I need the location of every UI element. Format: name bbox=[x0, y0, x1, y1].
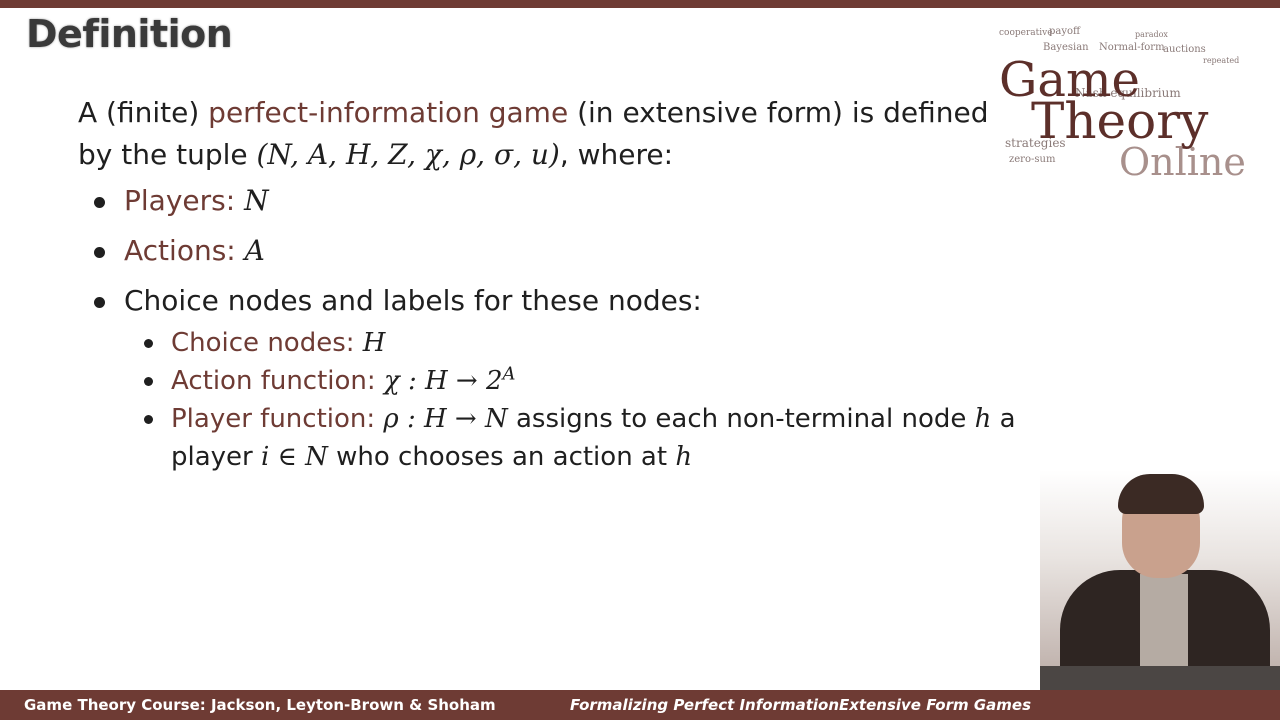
definition-intro: A (finite) perfect-information game (in … bbox=[78, 92, 1018, 176]
list-item-actions: Actions: A bbox=[78, 230, 1018, 272]
bullet-math: ρ : H → N bbox=[383, 404, 508, 434]
logo-word: payoff bbox=[1049, 26, 1081, 37]
bullet-label: Players: bbox=[124, 184, 245, 217]
list-item-players: Players: N bbox=[78, 180, 1018, 222]
logo-word: repeated bbox=[1203, 56, 1240, 65]
bullet-text: Choice nodes and labels for these nodes: bbox=[124, 284, 702, 317]
bullet-text: assigns to each non-terminal node bbox=[507, 404, 975, 434]
tuple-math: (N, A, H, Z, χ, ρ, σ, u) bbox=[256, 138, 560, 171]
intro-text: A (finite) bbox=[78, 96, 209, 129]
bullet-math: χ : H → 2 bbox=[383, 366, 503, 396]
bullet-math: h bbox=[974, 404, 992, 434]
presenter-podium bbox=[1040, 666, 1280, 690]
logo-word: paradox bbox=[1135, 30, 1168, 39]
bullet-math: A bbox=[244, 234, 265, 267]
bullet-math: N bbox=[244, 184, 269, 217]
sub-item-player-function: Player function: ρ : H → N assigns to ea… bbox=[124, 400, 1018, 476]
list-item-choice-nodes: Choice nodes and labels for these nodes:… bbox=[78, 280, 1018, 476]
bullet-text: who chooses an action at bbox=[327, 442, 676, 472]
bullet-math: i ∈ N bbox=[261, 442, 328, 472]
game-theory-online-logo: payoff cooperative Bayesian Normal-form … bbox=[995, 12, 1265, 192]
presenter-hair bbox=[1118, 474, 1204, 514]
term-perfect-information-game: perfect-information game bbox=[208, 96, 569, 129]
footer-course-credit: Game Theory Course: Jackson, Leyton-Brow… bbox=[24, 696, 496, 714]
bullet-math: h bbox=[675, 442, 693, 472]
footer-bar: Game Theory Course: Jackson, Leyton-Brow… bbox=[0, 690, 1280, 720]
bullet-label: Player function: bbox=[171, 404, 384, 434]
presenter-video bbox=[1040, 470, 1280, 690]
bullet-label: Action function: bbox=[171, 366, 384, 396]
logo-word: cooperative bbox=[999, 28, 1053, 38]
logo-word: auctions bbox=[1163, 44, 1206, 55]
superscript-math: A bbox=[502, 363, 516, 385]
sub-list: Choice nodes: H Action function: χ : H →… bbox=[124, 324, 1018, 476]
intro-text: , where: bbox=[559, 138, 674, 171]
top-accent-bar bbox=[0, 0, 1280, 8]
definition-list: Players: N Actions: A Choice nodes and l… bbox=[78, 180, 1018, 476]
bullet-math: H bbox=[362, 328, 386, 358]
sub-item-action-function: Action function: χ : H → 2A bbox=[124, 362, 1018, 400]
logo-line-online: Online bbox=[1119, 140, 1246, 184]
slide-body: A (finite) perfect-information game (in … bbox=[78, 92, 1018, 484]
footer-lecture-title: Formalizing Perfect InformationExtensive… bbox=[570, 696, 1032, 714]
bullet-label: Actions: bbox=[124, 234, 245, 267]
bullet-label: Choice nodes: bbox=[171, 328, 363, 358]
sub-item-choice-nodes: Choice nodes: H bbox=[124, 324, 1018, 362]
slide-title: Definition bbox=[26, 12, 233, 56]
